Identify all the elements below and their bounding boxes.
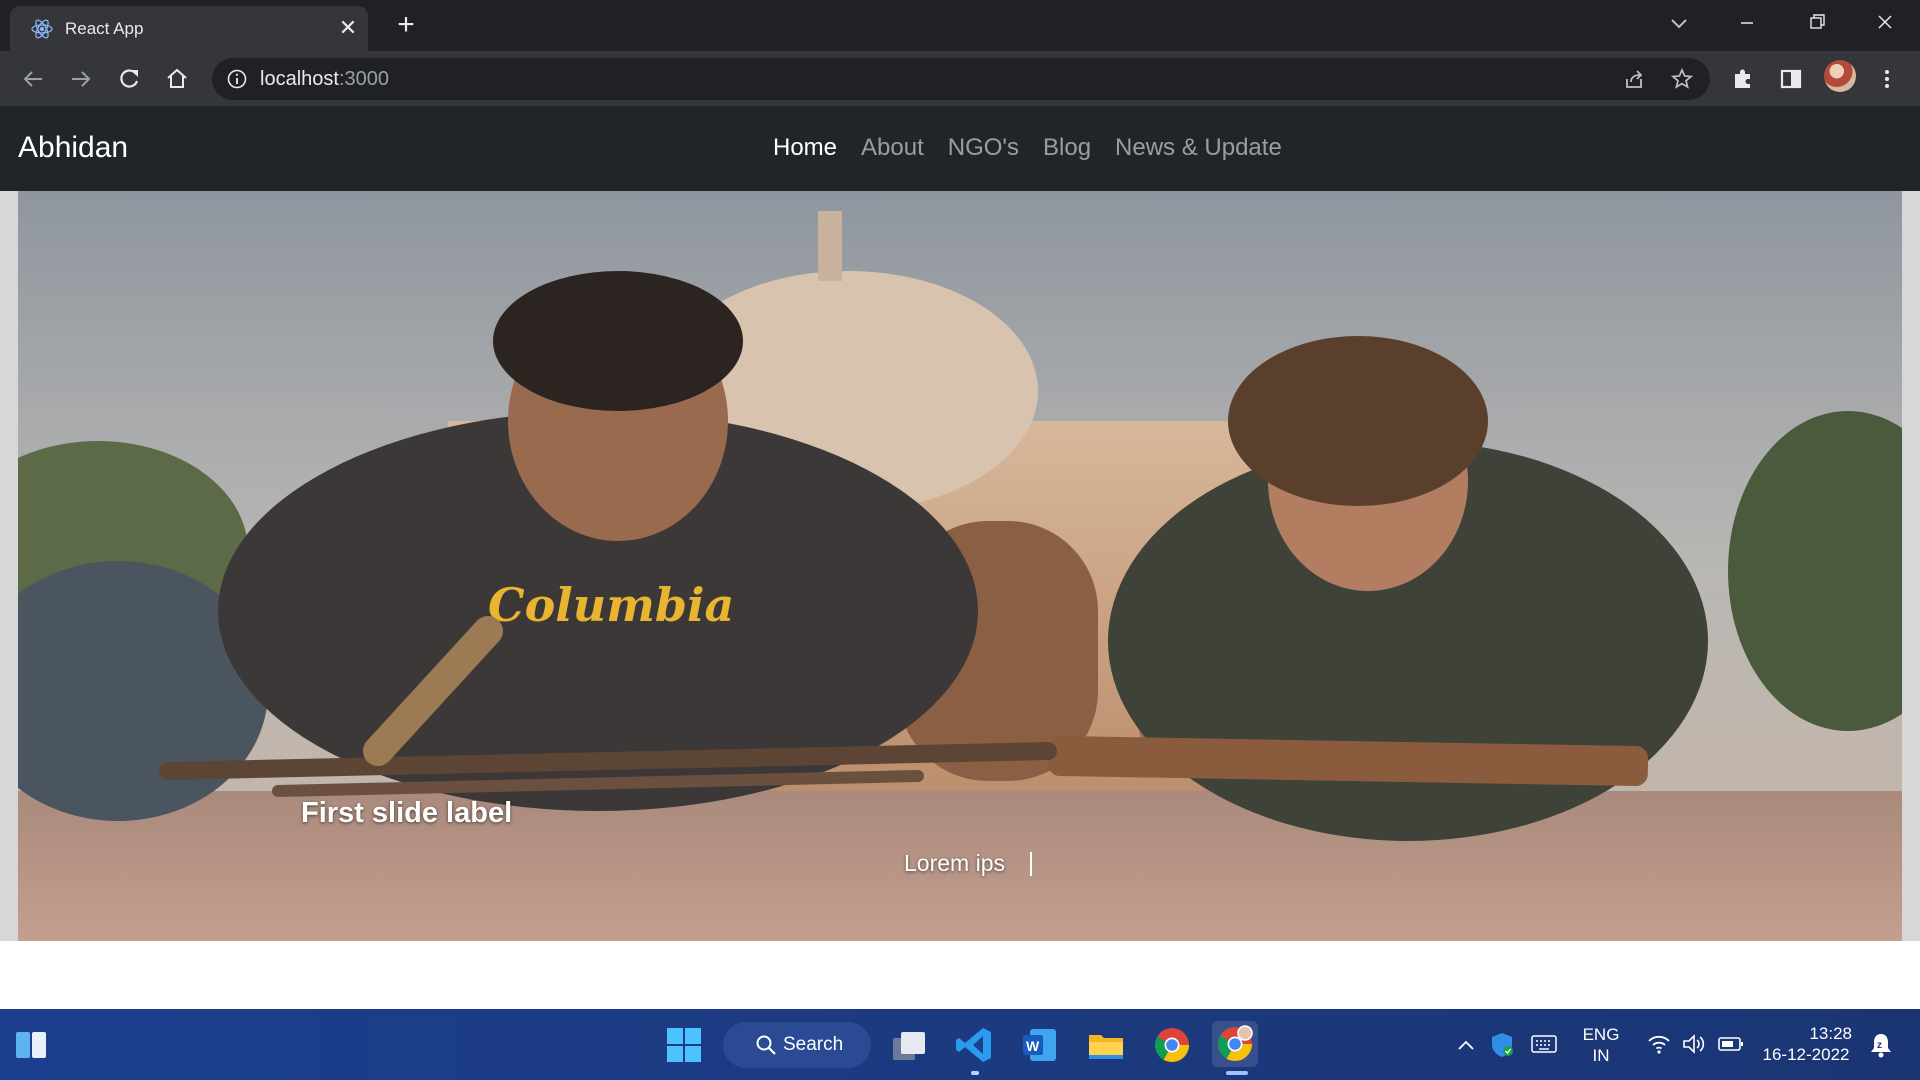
chrome-profile-icon	[1218, 1025, 1253, 1061]
side-panel-icon[interactable]	[1776, 64, 1806, 94]
nav-link-home[interactable]: Home	[773, 134, 837, 162]
carousel-caption-text: Lorem ips	[904, 850, 1005, 876]
vscode-running-indicator	[971, 1071, 979, 1075]
site-navbar: Abhidan Home About NGO's Blog News & Upd…	[0, 106, 1920, 191]
clock[interactable]: 13:28 16-12-2022	[1760, 1023, 1852, 1065]
text-cursor	[1030, 852, 1032, 876]
window-minimize-icon[interactable]	[1727, 8, 1767, 38]
search-label: Search	[783, 1034, 844, 1055]
word-icon[interactable]: W	[1020, 1025, 1060, 1065]
wifi-icon[interactable]	[1647, 1033, 1671, 1055]
browser-toolbar: localhost:3000	[0, 51, 1920, 106]
widgets-icon[interactable]	[14, 1028, 48, 1062]
extensions-puzzle-icon[interactable]	[1728, 64, 1758, 94]
new-tab-icon[interactable]: +	[392, 10, 420, 40]
security-shield-icon[interactable]	[1489, 1031, 1515, 1059]
share-icon[interactable]	[1622, 67, 1646, 91]
nav-link-about[interactable]: About	[861, 134, 924, 162]
react-logo-icon	[31, 19, 53, 39]
search-icon	[756, 1035, 776, 1055]
carousel-caption-title: First slide label	[301, 797, 513, 829]
battery-icon[interactable]	[1717, 1035, 1745, 1053]
nav-link-ngos[interactable]: NGO's	[948, 134, 1019, 162]
clock-date: 16-12-2022	[1762, 1045, 1850, 1064]
page-body-below-carousel	[0, 941, 1920, 1009]
nav-links: Home About NGO's Blog News & Update	[773, 134, 1306, 162]
home-icon[interactable]	[162, 64, 192, 94]
vscode-icon[interactable]	[955, 1025, 995, 1065]
tab-search-chevron-icon[interactable]	[1665, 12, 1693, 36]
keyboard-icon[interactable]	[1530, 1033, 1558, 1055]
site-brand[interactable]: Abhidan	[18, 131, 128, 165]
svg-text:z: z	[1877, 1040, 1882, 1051]
svg-text:Columbia: Columbia	[488, 578, 734, 632]
browser-tab[interactable]: React App ✕	[10, 6, 368, 51]
chrome-active-indicator	[1226, 1071, 1248, 1075]
show-hidden-icons-chevron-icon[interactable]	[1455, 1035, 1477, 1055]
task-view-icon[interactable]	[889, 1026, 929, 1066]
window-restore-icon[interactable]	[1797, 8, 1837, 38]
svg-text:W: W	[1026, 1038, 1040, 1054]
address-bar[interactable]: localhost:3000	[212, 58, 1710, 100]
windows-taskbar: Search W ENG IN 13:28 16-12-2022 z	[0, 1009, 1920, 1080]
site-info-icon[interactable]	[226, 68, 248, 90]
file-explorer-icon[interactable]	[1086, 1025, 1126, 1065]
chrome-menu-icon[interactable]	[1872, 64, 1902, 94]
volume-icon[interactable]	[1681, 1032, 1707, 1056]
back-arrow-icon[interactable]	[18, 64, 48, 94]
language-indicator[interactable]: ENG IN	[1576, 1024, 1626, 1066]
notification-bell-icon[interactable]: z	[1868, 1031, 1894, 1059]
clock-time: 13:28	[1809, 1024, 1852, 1043]
url-text[interactable]: localhost:3000	[260, 68, 389, 91]
language-code: ENG	[1582, 1025, 1620, 1044]
carousel-slide-image[interactable]: Columbia First slide label Lorem ips	[18, 191, 1902, 941]
nav-link-blog[interactable]: Blog	[1043, 134, 1091, 162]
bookmark-star-icon[interactable]	[1670, 67, 1694, 91]
nav-link-news-update[interactable]: News & Update	[1115, 134, 1282, 162]
tab-title: React App	[65, 19, 144, 38]
forward-arrow-icon[interactable]	[66, 64, 96, 94]
profile-avatar[interactable]	[1824, 60, 1856, 92]
chrome-profile-active-button[interactable]	[1212, 1021, 1258, 1067]
carousel: Columbia First slide label Lorem ips	[0, 191, 1920, 941]
browser-tabstrip: React App ✕ +	[0, 0, 1920, 51]
chrome-icon[interactable]	[1152, 1025, 1192, 1065]
region-code: IN	[1592, 1046, 1610, 1065]
window-close-icon[interactable]	[1865, 8, 1905, 38]
tab-close-icon[interactable]: ✕	[336, 16, 360, 40]
reload-icon[interactable]	[114, 64, 144, 94]
taskbar-search[interactable]: Search	[723, 1022, 871, 1068]
windows-start-icon[interactable]	[665, 1026, 703, 1064]
